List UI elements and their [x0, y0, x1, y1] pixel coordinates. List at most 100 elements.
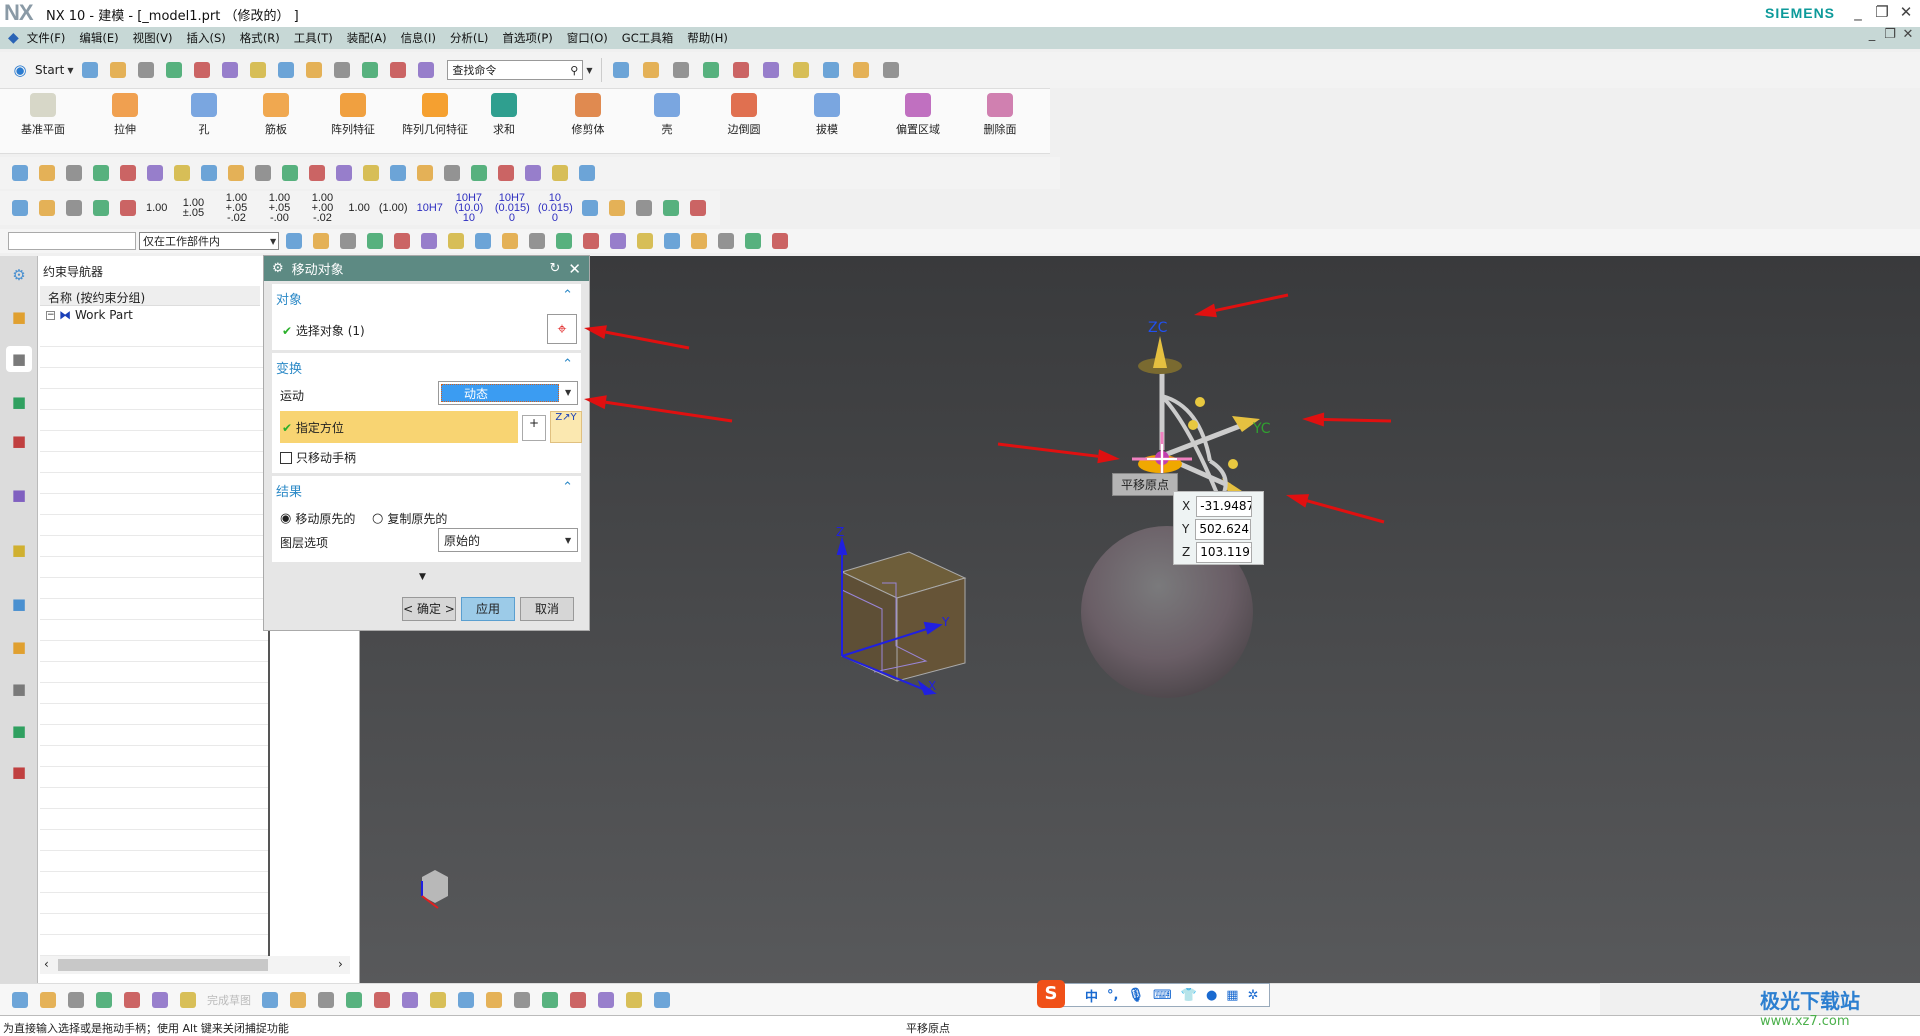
- spring-icon[interactable]: [305, 161, 329, 185]
- start-icon[interactable]: ◉: [8, 58, 32, 82]
- palette-icon[interactable]: [789, 58, 813, 82]
- select-filter-icon[interactable]: [309, 229, 333, 253]
- specify-orientation-row[interactable]: ✔ 指定方位: [280, 411, 518, 443]
- line-tool-icon[interactable]: [286, 988, 310, 1012]
- dimension-style-button[interactable]: 1.00 +.05 -.00: [259, 193, 299, 224]
- check-model-icon[interactable]: [8, 196, 32, 220]
- dimension-style-button[interactable]: 1.00 +.00 -.02: [302, 193, 342, 224]
- hole-series-icon[interactable]: [278, 161, 302, 185]
- clip-section-icon[interactable]: [729, 58, 753, 82]
- point-icon[interactable]: [482, 988, 506, 1012]
- reuse-library-icon[interactable]: ■: [6, 428, 32, 454]
- tolerance-icon[interactable]: [575, 161, 599, 185]
- assembly-icon[interactable]: [170, 161, 194, 185]
- move-original-radio[interactable]: ◉ 移动原先的: [280, 510, 355, 527]
- cancel-button[interactable]: 取消: [520, 597, 574, 621]
- doc-restore-button[interactable]: ❐: [1880, 27, 1900, 47]
- layer-option-select[interactable]: 原始的 ▼: [438, 528, 578, 552]
- face-icon[interactable]: [741, 229, 765, 253]
- add-component-icon[interactable]: [36, 988, 60, 1012]
- surface-icon[interactable]: [224, 161, 248, 185]
- punctuation-icon[interactable]: °,: [1107, 988, 1118, 1003]
- ribbon-trim-body-button[interactable]: 修剪体: [553, 93, 623, 137]
- command-search-input[interactable]: 查找命令 ⚲: [447, 60, 584, 80]
- menu-item[interactable]: 视图(V): [133, 30, 173, 46]
- fillet-icon[interactable]: [370, 988, 394, 1012]
- ribbon-draft-button[interactable]: 拔模: [792, 93, 862, 137]
- apps-icon[interactable]: ▦: [1226, 988, 1238, 1003]
- hd3d-icon[interactable]: ■: [6, 482, 32, 508]
- graphics-viewport[interactable]: Z Y X ZC YC XC 平移原点: [360, 256, 1920, 983]
- paste-icon[interactable]: [218, 58, 242, 82]
- assembly-check-icon[interactable]: [116, 161, 140, 185]
- new-file-icon[interactable]: [78, 58, 102, 82]
- csys-icon[interactable]: [89, 196, 113, 220]
- triangle-icon[interactable]: [413, 161, 437, 185]
- move-component-icon[interactable]: [64, 988, 88, 1012]
- visualization-icon[interactable]: ■: [6, 634, 32, 660]
- snap-point-icon[interactable]: [336, 229, 360, 253]
- tree-node-work-part[interactable]: − ⧓ Work Part: [46, 308, 133, 322]
- line-icon[interactable]: [714, 229, 738, 253]
- scope-select[interactable]: 仅在工作部件内 ▼: [139, 232, 279, 250]
- settings-icon[interactable]: ✲: [1248, 988, 1259, 1003]
- circle-icon[interactable]: [342, 988, 366, 1012]
- type-filter-select[interactable]: [8, 232, 136, 250]
- dimension-style-button[interactable]: (1.00): [376, 203, 411, 214]
- measure-icon[interactable]: [879, 58, 903, 82]
- system-scene-icon[interactable]: ■: [6, 759, 32, 785]
- assembly-navigator-icon[interactable]: ■: [6, 304, 32, 330]
- command-finder-icon[interactable]: [414, 58, 438, 82]
- menu-item[interactable]: 文件(F): [27, 30, 66, 46]
- history-icon[interactable]: ■: [6, 591, 32, 617]
- constraint-navigator-icon[interactable]: ■: [6, 346, 32, 372]
- x-coordinate-input[interactable]: [1196, 495, 1253, 517]
- fit-icon[interactable]: [609, 58, 633, 82]
- quadrant-icon[interactable]: [660, 229, 684, 253]
- move-handle-only-checkbox[interactable]: 只移动手柄: [280, 449, 356, 466]
- cut-icon[interactable]: [162, 58, 186, 82]
- tension-spring-icon[interactable]: [332, 161, 356, 185]
- ribbon-delete-face-button[interactable]: 删除面: [965, 93, 1035, 137]
- sketch-icon[interactable]: [8, 988, 32, 1012]
- checkbox-icon[interactable]: [280, 451, 292, 464]
- menu-item[interactable]: 首选项(P): [502, 30, 552, 46]
- ok-button[interactable]: < 确定 >: [402, 597, 456, 621]
- edit-section-icon[interactable]: [759, 58, 783, 82]
- ribbon-hole-button[interactable]: 孔: [169, 93, 239, 137]
- ribbon-rib-button[interactable]: 筋板: [241, 93, 311, 137]
- ribbon-datum-plane-button[interactable]: 基准平面: [8, 93, 78, 137]
- section-result-title[interactable]: 结果: [272, 476, 581, 500]
- rotate-snap-icon[interactable]: [498, 229, 522, 253]
- menu-item[interactable]: 窗口(O): [567, 30, 608, 46]
- radio-selected-icon[interactable]: ◉: [280, 511, 291, 526]
- shade-icon[interactable]: [639, 58, 663, 82]
- column-header-name[interactable]: 名称 (按约束分组): [40, 286, 260, 306]
- mid-point-icon[interactable]: [552, 229, 576, 253]
- copy-original-radio[interactable]: ○ 复制原先的: [372, 510, 447, 527]
- minimize-button[interactable]: _: [1848, 3, 1868, 23]
- text-block-icon[interactable]: [521, 161, 545, 185]
- ime-mode-label[interactable]: 中: [1085, 986, 1098, 1005]
- polygon-icon[interactable]: [454, 988, 478, 1012]
- mic-icon[interactable]: 🎙: [1127, 988, 1144, 1003]
- dimension-style-button[interactable]: 10H7 (0.015) 0: [492, 193, 532, 224]
- ribbon-pattern-geometry-button[interactable]: 阵列几何特征: [400, 93, 470, 137]
- cube-icon[interactable]: [669, 58, 693, 82]
- assistant-icon[interactable]: ●: [1206, 988, 1217, 1003]
- folder-points-icon[interactable]: [467, 161, 491, 185]
- body-icon[interactable]: [444, 229, 468, 253]
- ribbon-edge-blend-button[interactable]: 边倒圆: [709, 93, 779, 137]
- reset-icon[interactable]: ↻: [550, 261, 561, 276]
- quick-extend-icon[interactable]: [566, 988, 590, 1012]
- check-report-icon[interactable]: [35, 196, 59, 220]
- dimension-icon[interactable]: [849, 58, 873, 82]
- tag-icon[interactable]: [89, 161, 113, 185]
- copy-icon[interactable]: [190, 58, 214, 82]
- curve-icon[interactable]: [579, 229, 603, 253]
- settings-icon[interactable]: ⚙: [6, 262, 32, 288]
- search-icon[interactable]: ⚲: [570, 64, 578, 77]
- horizontal-scrollbar[interactable]: ‹ ›: [40, 956, 350, 974]
- scroll-right-icon[interactable]: ›: [338, 957, 343, 971]
- web-browser-icon[interactable]: ■: [6, 537, 32, 563]
